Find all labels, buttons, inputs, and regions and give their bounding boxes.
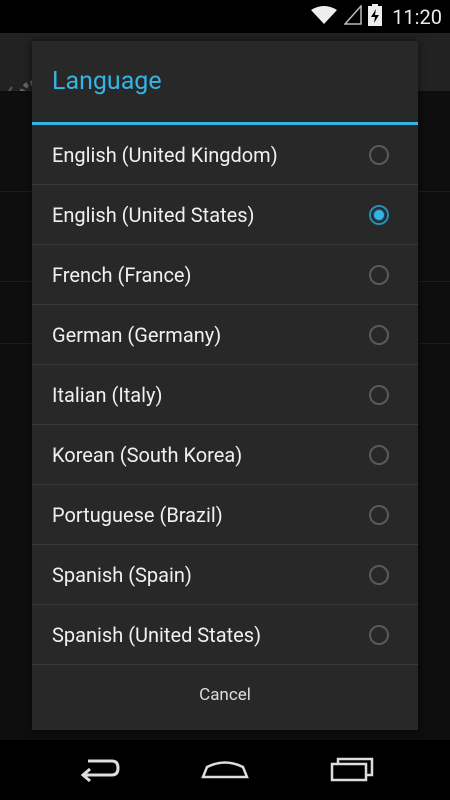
- navigation-bar: [0, 740, 450, 800]
- language-option[interactable]: Korean (South Korea): [32, 425, 418, 485]
- dialog-title: Language: [32, 41, 418, 125]
- radio-button-checked[interactable]: [369, 204, 389, 225]
- radio-button[interactable]: [369, 144, 389, 165]
- radio-button[interactable]: [369, 504, 389, 525]
- language-option-label: Spanish (United States): [52, 622, 262, 647]
- language-option[interactable]: Spanish (United States): [32, 605, 418, 665]
- language-option-label: Italian (Italy): [52, 382, 163, 407]
- language-dialog: Language English (United Kingdom) English…: [32, 41, 418, 730]
- language-option-label: English (United Kingdom): [52, 142, 278, 167]
- language-option-label: Portuguese (Brazil): [52, 502, 223, 527]
- radio-button[interactable]: [369, 564, 389, 585]
- language-option-list: English (United Kingdom) English (United …: [32, 125, 418, 665]
- radio-button[interactable]: [369, 324, 389, 345]
- language-option[interactable]: Spanish (Spain): [32, 545, 418, 605]
- home-icon[interactable]: [200, 755, 250, 787]
- clock: 11:20: [392, 4, 442, 29]
- battery-charging-icon: [368, 3, 383, 30]
- language-option[interactable]: French (France): [32, 245, 418, 305]
- language-option-label: Spanish (Spain): [52, 562, 192, 587]
- language-option-label: German (Germany): [52, 322, 222, 347]
- language-option[interactable]: English (United States): [32, 185, 418, 245]
- signal-icon: [343, 3, 362, 29]
- language-option-label: French (France): [52, 262, 192, 287]
- status-bar: 11:20: [0, 0, 450, 33]
- language-option[interactable]: Italian (Italy): [32, 365, 418, 425]
- language-option[interactable]: German (Germany): [32, 305, 418, 365]
- language-option-label: Korean (South Korea): [52, 442, 243, 467]
- language-option[interactable]: Portuguese (Brazil): [32, 485, 418, 545]
- recent-apps-icon[interactable]: [328, 755, 374, 787]
- cancel-button[interactable]: Cancel: [32, 665, 418, 726]
- back-icon[interactable]: [78, 755, 122, 787]
- radio-button[interactable]: [369, 264, 389, 285]
- radio-button[interactable]: [369, 444, 389, 465]
- wifi-icon: [310, 5, 338, 29]
- language-option[interactable]: English (United Kingdom): [32, 125, 418, 185]
- radio-button[interactable]: [369, 624, 389, 645]
- language-option-label: English (United States): [52, 202, 255, 227]
- radio-button[interactable]: [369, 384, 389, 405]
- status-icons: 11:20: [310, 0, 442, 33]
